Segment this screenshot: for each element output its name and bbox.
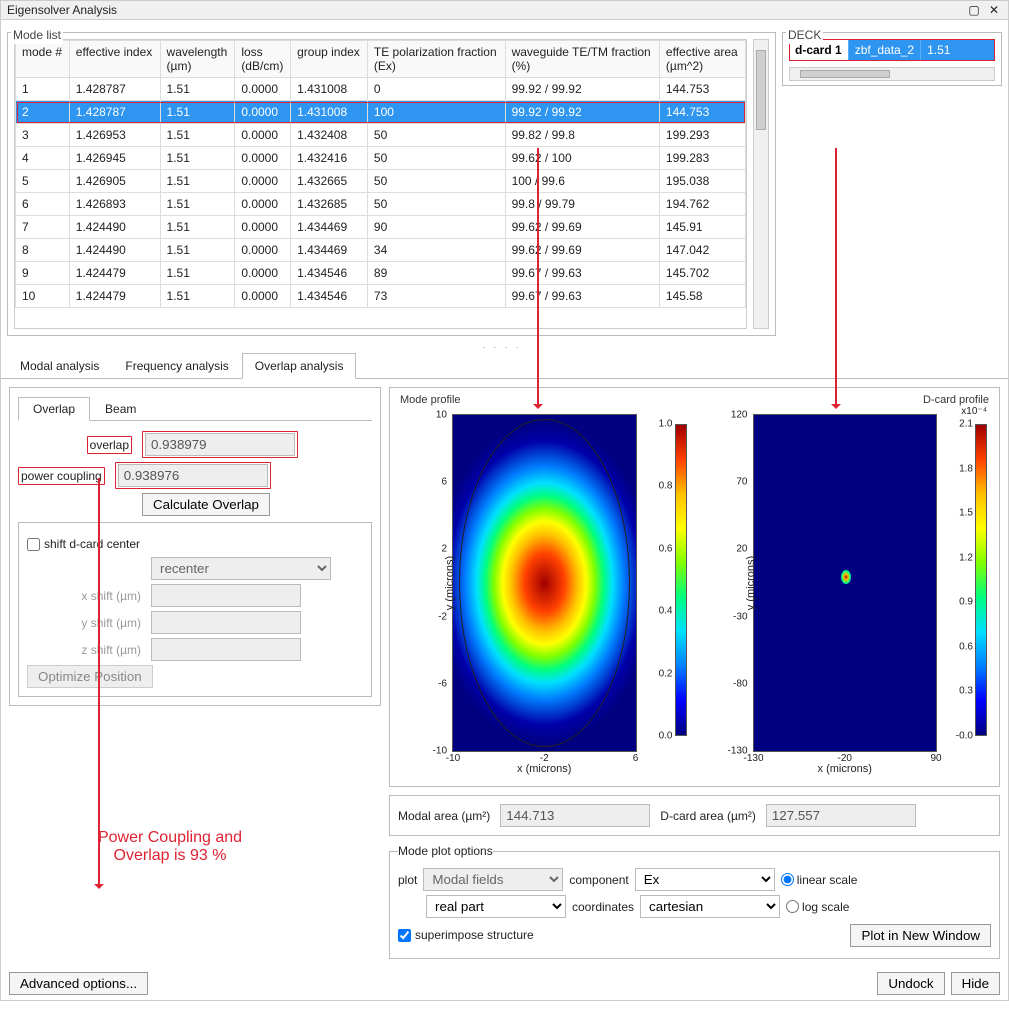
- mode-list-scrollbar[interactable]: [753, 39, 769, 329]
- dcard-profile-plot: D-card profile y (microns) x (microns) 1…: [697, 394, 994, 780]
- table-row[interactable]: 21.4287871.510.00001.43100810099.92 / 99…: [16, 101, 746, 124]
- zshift-label: z shift (µm): [27, 643, 147, 657]
- mode-col-header[interactable]: waveguide TE/TM fraction(%): [505, 41, 659, 78]
- table-row[interactable]: 91.4244791.510.00001.4345468999.67 / 99.…: [16, 262, 746, 285]
- mode-colorbar: [675, 424, 687, 736]
- table-row[interactable]: 51.4269051.510.00001.43266550100 / 99.61…: [16, 170, 746, 193]
- mode-col-header[interactable]: loss(dB/cm): [235, 41, 291, 78]
- plot-options-legend: Mode plot options: [398, 844, 493, 858]
- deck-value: 1.51: [921, 39, 995, 61]
- table-row[interactable]: 61.4268931.510.00001.4326855099.8 / 99.7…: [16, 193, 746, 216]
- component-label: component: [569, 873, 628, 887]
- overlap-label: overlap: [87, 436, 132, 454]
- component-select[interactable]: Ex: [635, 868, 775, 891]
- mode-plot-options: Mode plot options plot Modal fields comp…: [389, 844, 1000, 959]
- splitter[interactable]: ····: [1, 342, 1008, 350]
- undock-icon[interactable]: ▢: [966, 3, 982, 17]
- part-select[interactable]: real part: [426, 895, 566, 918]
- plots-panel: Mode profile y (microns) x (microns) 106…: [389, 387, 1000, 787]
- mode-col-header[interactable]: TE polarization fraction(Ex): [367, 41, 505, 78]
- plot-new-window-button[interactable]: Plot in New Window: [850, 924, 991, 947]
- yshift-input[interactable]: [151, 611, 301, 634]
- tab-frequency[interactable]: Frequency analysis: [112, 353, 241, 379]
- dcard-cbar-title: x10⁻⁴: [961, 406, 987, 417]
- log-scale-radio[interactable]: [786, 900, 799, 913]
- undock-button[interactable]: Undock: [877, 972, 944, 995]
- subtab-overlap[interactable]: Overlap: [18, 397, 90, 421]
- annotation-arrow-mode: [537, 148, 539, 408]
- overlap-panel: Overlap Beam overlap power coupling Calc…: [9, 387, 381, 706]
- mode-col-header[interactable]: effective area(µm^2): [659, 41, 745, 78]
- mode-col-header[interactable]: group index: [291, 41, 368, 78]
- overlap-value: [145, 433, 295, 456]
- modal-area-value: [500, 804, 650, 827]
- mode-col-header[interactable]: wavelength(µm): [160, 41, 235, 78]
- mode-plot-title: Mode profile: [396, 394, 693, 406]
- annotation-arrow-left: [98, 478, 100, 888]
- footer: Advanced options... Undock Hide: [1, 967, 1008, 1000]
- optimize-position-button[interactable]: Optimize Position: [27, 665, 153, 688]
- table-row[interactable]: 71.4244901.510.00001.4344699099.62 / 99.…: [16, 216, 746, 239]
- table-row[interactable]: 101.4244791.510.00001.4345467399.67 / 99…: [16, 285, 746, 308]
- deck-label: DECK: [786, 26, 823, 44]
- shift-dcard-checkbox[interactable]: [27, 538, 40, 551]
- power-coupling-label: power coupling: [18, 467, 105, 485]
- modal-area-label: Modal area (µm²): [398, 809, 490, 823]
- linear-scale-label: linear scale: [797, 873, 858, 887]
- plot-select[interactable]: Modal fields: [423, 868, 563, 891]
- areas-row: Modal area (µm²) D-card area (µm²): [389, 795, 1000, 836]
- window-title: Eigensolver Analysis: [7, 3, 962, 17]
- advanced-options-button[interactable]: Advanced options...: [9, 972, 148, 995]
- annotation-arrow-dcard: [835, 148, 837, 408]
- calculate-overlap-button[interactable]: Calculate Overlap: [142, 493, 270, 516]
- xshift-label: x shift (µm): [27, 589, 147, 603]
- xshift-input[interactable]: [151, 584, 301, 607]
- deck-source: zbf_data_2: [849, 39, 921, 61]
- close-icon[interactable]: ✕: [986, 3, 1002, 17]
- table-row[interactable]: 41.4269451.510.00001.4324165099.62 / 100…: [16, 147, 746, 170]
- coordinates-select[interactable]: cartesian: [640, 895, 780, 918]
- dcard-plot-canvas[interactable]: y (microns) x (microns) 1207020-30-80-13…: [753, 414, 938, 752]
- mode-col-header[interactable]: mode #: [16, 41, 70, 78]
- table-row[interactable]: 31.4269531.510.00001.4324085099.82 / 99.…: [16, 124, 746, 147]
- mode-profile-plot: Mode profile y (microns) x (microns) 106…: [396, 394, 693, 780]
- tab-overlap[interactable]: Overlap analysis: [242, 353, 357, 379]
- dcard-colorbar: [975, 424, 987, 736]
- superimpose-checkbox[interactable]: [398, 929, 411, 942]
- subtab-beam[interactable]: Beam: [90, 397, 151, 421]
- zshift-input[interactable]: [151, 638, 301, 661]
- log-scale-label: log scale: [802, 900, 849, 914]
- superimpose-label: superimpose structure: [415, 928, 534, 942]
- mode-col-header[interactable]: effective index: [69, 41, 160, 78]
- deck-hscroll[interactable]: [789, 67, 995, 81]
- table-row[interactable]: 11.4287871.510.00001.431008099.92 / 99.9…: [16, 78, 746, 101]
- plot-label: plot: [398, 873, 417, 887]
- shift-dcard-label: shift d-card center: [44, 537, 140, 551]
- tab-modal[interactable]: Modal analysis: [7, 353, 112, 379]
- hide-button[interactable]: Hide: [951, 972, 1000, 995]
- dcard-area-value: [766, 804, 916, 827]
- titlebar: Eigensolver Analysis ▢ ✕: [1, 1, 1008, 20]
- coordinates-label: coordinates: [572, 900, 634, 914]
- analysis-tabs: Modal analysis Frequency analysis Overla…: [1, 350, 1008, 379]
- mode-plot-canvas[interactable]: y (microns) x (microns) 1062-2-6-10 -10-…: [452, 414, 637, 752]
- table-row[interactable]: 81.4244901.510.00001.4344693499.62 / 99.…: [16, 239, 746, 262]
- dcard-area-label: D-card area (µm²): [660, 809, 756, 823]
- yshift-label: y shift (µm): [27, 616, 147, 630]
- mode-list-label: Mode list: [11, 26, 63, 44]
- recenter-select[interactable]: recenter: [151, 557, 331, 580]
- mode-list-table[interactable]: mode #effective indexwavelength(µm)loss(…: [14, 39, 747, 329]
- linear-scale-radio[interactable]: [781, 873, 794, 886]
- eigensolver-window: Eigensolver Analysis ▢ ✕ Mode list mode …: [0, 0, 1009, 1001]
- power-coupling-value: [118, 464, 268, 487]
- dcard-plot-title: D-card profile: [697, 394, 994, 406]
